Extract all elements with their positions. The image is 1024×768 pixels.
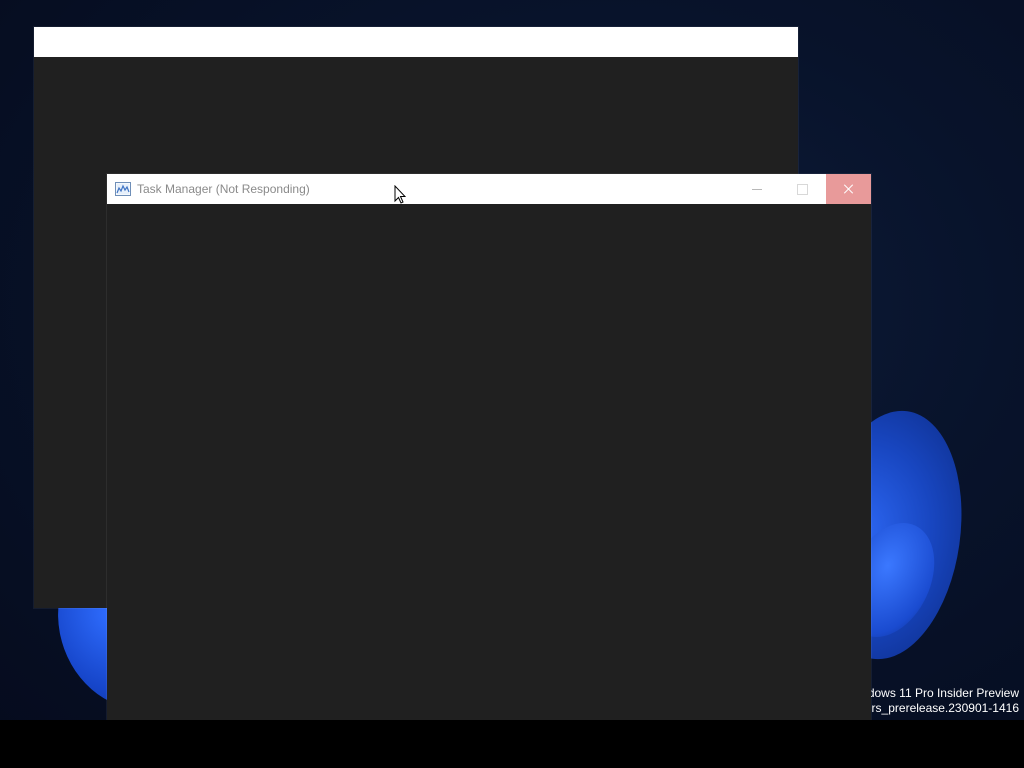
background-window-titlebar[interactable] — [34, 27, 798, 57]
task-manager-icon — [115, 182, 131, 196]
maximize-button[interactable] — [780, 174, 825, 204]
task-manager-content-area — [107, 204, 871, 720]
taskbar[interactable] — [0, 720, 1024, 768]
mouse-pointer-icon — [394, 184, 407, 204]
task-manager-titlebar[interactable]: Task Manager (Not Responding) — [107, 174, 871, 204]
window-title: Task Manager (Not Responding) — [137, 182, 310, 196]
watermark-edition-line: ndows 11 Pro Insider Preview — [861, 686, 1019, 700]
os-build-watermark: ndows 11 Pro Insider Preview 47.rs_prere… — [855, 686, 1019, 716]
close-icon — [844, 184, 854, 194]
minimize-button[interactable] — [734, 174, 779, 204]
desktop: Task Manager (Not Responding) ndows 11 P… — [0, 0, 1024, 768]
minimize-icon — [751, 188, 762, 190]
maximize-icon — [797, 183, 808, 195]
task-manager-window[interactable]: Task Manager (Not Responding) — [107, 174, 871, 720]
close-button[interactable] — [826, 174, 871, 204]
watermark-build-line: 47.rs_prerelease.230901-1416 — [854, 701, 1019, 715]
